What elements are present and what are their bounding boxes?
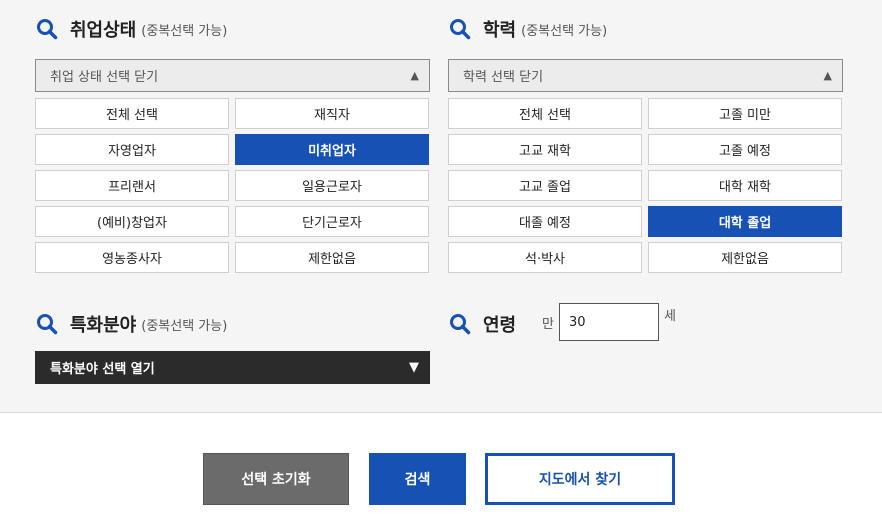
specialty-section-title: 특화분야 (중복선택 가능) [36, 311, 227, 337]
reset-button[interactable]: 선택 초기화 [203, 453, 349, 505]
chevron-up-icon: ▲ [410, 69, 419, 82]
education-option[interactable]: 전체 선택 [448, 98, 642, 129]
education-dropdown-toggle[interactable]: 학력 선택 닫기 ▲ [448, 59, 843, 92]
education-option[interactable]: 고교 재학 [448, 134, 642, 165]
education-option[interactable]: 고교 졸업 [448, 170, 642, 201]
employment-option[interactable]: 제한없음 [235, 242, 429, 273]
employment-option[interactable]: 전체 선택 [35, 98, 229, 129]
specialty-subtitle: (중복선택 가능) [141, 318, 228, 334]
employment-option[interactable]: 자영업자 [35, 134, 229, 165]
education-option[interactable]: 석·박사 [448, 242, 642, 273]
employment-option[interactable]: 영농종사자 [35, 242, 229, 273]
specialty-dropdown-toggle[interactable]: 특화분야 선택 열기 ▼ [35, 351, 430, 384]
search-icon [450, 19, 471, 40]
employment-option[interactable]: 일용근로자 [235, 170, 429, 201]
specialty-title: 특화분야 [70, 315, 137, 336]
employment-subtitle: (중복선택 가능) [141, 23, 228, 39]
employment-option[interactable]: 재직자 [235, 98, 429, 129]
employment-option[interactable]: 프리랜서 [35, 170, 229, 201]
age-input[interactable] [558, 303, 659, 341]
employment-option[interactable]: 미취업자 [235, 134, 429, 165]
employment-options: 전체 선택 재직자 자영업자 미취업자 프리랜서 일용근로자 (예비)창업자 단… [35, 98, 429, 273]
specialty-dropdown-label: 특화분야 선택 열기 [50, 362, 155, 377]
age-suffix: 세 [663, 308, 676, 324]
education-section-title: 학력 (중복선택 가능) [449, 16, 607, 42]
search-icon [37, 19, 58, 40]
age-prefix: 만 [542, 316, 554, 332]
search-button[interactable]: 검색 [369, 453, 466, 505]
education-option[interactable]: 대학 졸업 [648, 206, 842, 237]
education-dropdown-label: 학력 선택 닫기 [463, 70, 544, 85]
education-option[interactable]: 고졸 미만 [648, 98, 842, 129]
age-row: 만 세 [542, 303, 676, 341]
employment-title: 취업상태 [70, 20, 137, 41]
education-subtitle: (중복선택 가능) [521, 23, 608, 39]
search-icon [37, 314, 58, 335]
employment-option[interactable]: (예비)창업자 [35, 206, 229, 237]
chevron-up-icon: ▲ [823, 69, 832, 82]
education-title: 학력 [483, 20, 517, 41]
age-title: 연령 [483, 315, 517, 336]
map-search-button[interactable]: 지도에서 찾기 [485, 453, 675, 505]
employment-section-title: 취업상태 (중복선택 가능) [36, 16, 227, 42]
education-options: 전체 선택 고졸 미만 고교 재학 고졸 예정 고교 졸업 대학 재학 대졸 예… [448, 98, 842, 273]
age-section-title: 연령 [449, 311, 516, 337]
employment-dropdown-label: 취업 상태 선택 닫기 [50, 70, 159, 85]
education-option[interactable]: 대학 재학 [648, 170, 842, 201]
chevron-down-icon: ▼ [409, 360, 419, 375]
education-option[interactable]: 대졸 예정 [448, 206, 642, 237]
filter-panel: 취업상태 (중복선택 가능) 취업 상태 선택 닫기 ▲ 전체 선택 재직자 자… [0, 0, 882, 413]
education-option[interactable]: 제한없음 [648, 242, 842, 273]
employment-option[interactable]: 단기근로자 [235, 206, 429, 237]
search-icon [450, 314, 471, 335]
employment-dropdown-toggle[interactable]: 취업 상태 선택 닫기 ▲ [35, 59, 430, 92]
education-option[interactable]: 고졸 예정 [648, 134, 842, 165]
